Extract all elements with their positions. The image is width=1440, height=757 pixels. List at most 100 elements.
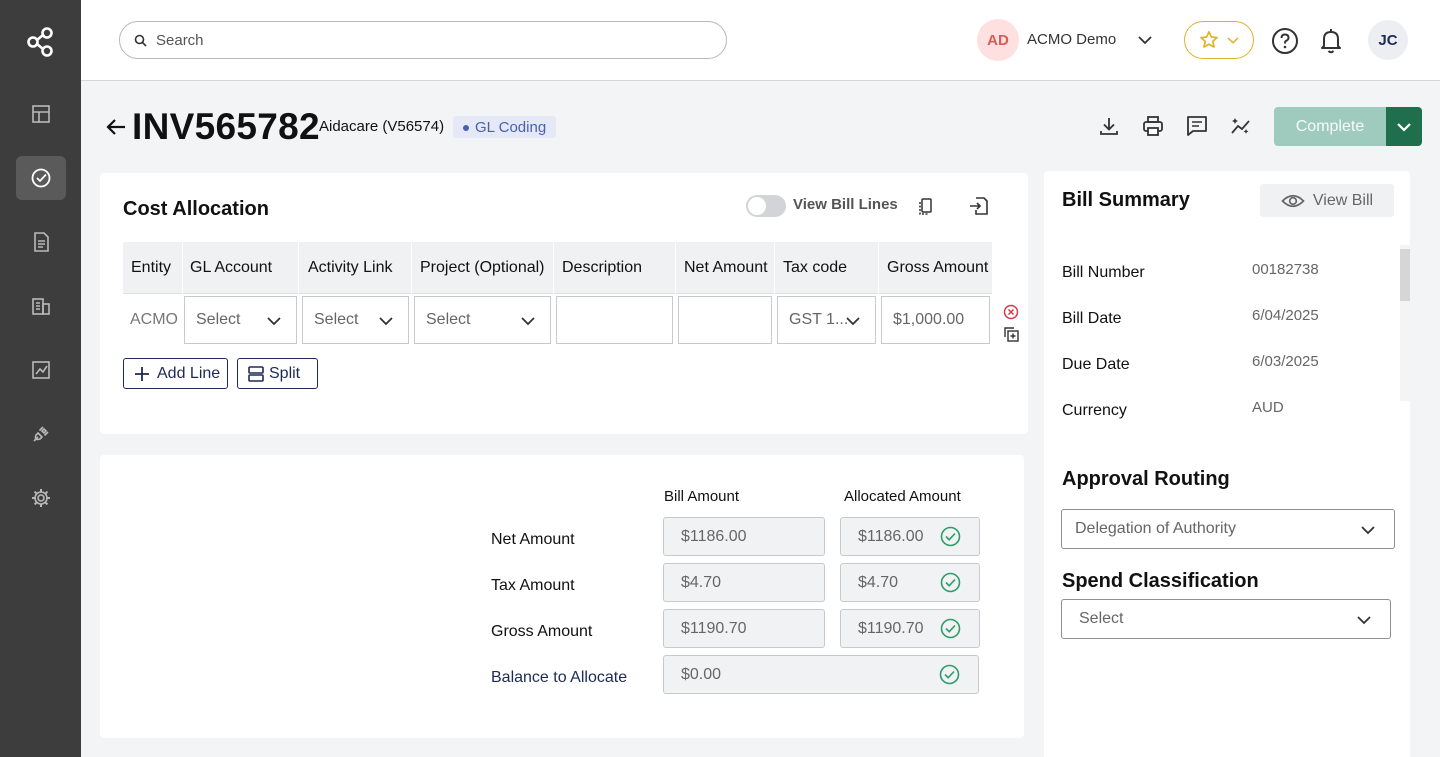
bill-number-label: Bill Number xyxy=(1062,264,1145,281)
gross-allocated-amount: $1190.70 xyxy=(840,609,980,648)
approval-routing-title: Approval Routing xyxy=(1062,468,1230,490)
spend-classification-title: Spend Classification xyxy=(1062,570,1259,592)
download-icon[interactable] xyxy=(1097,114,1121,138)
sparkle-trend-icon[interactable] xyxy=(1229,114,1253,138)
sidebar-item-dashboard[interactable] xyxy=(16,92,66,136)
tax-amount-label: Tax Amount xyxy=(491,577,575,594)
balance-to-allocate-value: $0.00 xyxy=(663,655,979,694)
documents-icon xyxy=(34,232,49,252)
due-date-label: Due Date xyxy=(1062,356,1130,373)
import-icon[interactable] xyxy=(968,195,990,217)
gross-amount-label: Gross Amount xyxy=(491,623,593,640)
net-bill-amount: $1186.00 xyxy=(663,517,825,556)
reports-chart-icon xyxy=(32,361,50,379)
sidebar-item-settings[interactable] xyxy=(16,476,66,520)
currency-value: AUD xyxy=(1252,399,1284,416)
sidebar-item-buildings[interactable] xyxy=(16,284,66,328)
chevron-down-icon xyxy=(1357,616,1371,625)
comment-icon[interactable] xyxy=(1185,114,1209,138)
search-icon xyxy=(134,34,147,47)
column-header: Gross Amount xyxy=(887,259,989,276)
chevron-down-icon xyxy=(1397,122,1411,132)
copy-icon[interactable] xyxy=(916,196,936,216)
balance-to-allocate-label[interactable]: Balance to Allocate xyxy=(491,669,627,687)
back-arrow-icon[interactable] xyxy=(105,116,127,138)
column-header: Project (Optional) xyxy=(412,242,554,294)
activity-link-value: Select xyxy=(314,311,359,328)
tax-allocated-amount: $4.70 xyxy=(840,563,980,602)
tax-code-select[interactable]: GST 1... xyxy=(777,296,876,344)
plus-icon xyxy=(135,366,149,381)
spend-classification-select[interactable]: Select xyxy=(1061,599,1391,639)
sidebar-item-documents[interactable] xyxy=(16,220,66,264)
search-box[interactable] xyxy=(119,21,727,59)
chevron-down-icon[interactable] xyxy=(1137,32,1153,48)
currency-label: Currency xyxy=(1062,402,1127,419)
due-date-value: 6/03/2025 xyxy=(1252,353,1319,370)
bell-icon[interactable] xyxy=(1318,27,1344,55)
sidebar-item-tasks[interactable] xyxy=(16,156,66,200)
complete-dropdown-button[interactable] xyxy=(1386,107,1422,146)
chevron-down-icon xyxy=(1361,526,1375,535)
app-logo-icon[interactable] xyxy=(22,24,58,60)
view-bill-label: View Bill xyxy=(1312,191,1374,209)
chevron-down-icon xyxy=(267,317,281,326)
net-amount-label: Net Amount xyxy=(491,531,575,548)
integrations-plug-icon xyxy=(33,426,49,442)
description-input[interactable] xyxy=(556,296,673,344)
amounts-card: Bill Amount Allocated Amount Net Amount … xyxy=(100,455,1024,738)
view-bill-lines-toggle[interactable] xyxy=(746,195,786,217)
entity-value: ACMO xyxy=(130,311,178,328)
column-header: Activity Link xyxy=(300,242,412,294)
page-title: INV565782 xyxy=(132,106,320,147)
top-bar: AD ACMO Demo JC xyxy=(81,0,1440,81)
approval-routing-select[interactable]: Delegation of Authority xyxy=(1061,509,1395,549)
gl-account-select[interactable]: Select xyxy=(184,296,297,344)
project-select[interactable]: Select xyxy=(414,296,551,344)
sidebar-item-reports[interactable] xyxy=(16,348,66,392)
allocated-amount-header: Allocated Amount xyxy=(844,488,961,505)
cost-allocation-card: Cost Allocation View Bill Lines Entity G… xyxy=(100,173,1028,434)
allocation-table-header: Entity GL Account Activity Link Project … xyxy=(123,242,992,294)
duplicate-row-icon[interactable] xyxy=(1003,326,1019,342)
split-button[interactable]: Split xyxy=(237,358,318,389)
remove-row-icon[interactable] xyxy=(1003,304,1019,320)
vendor-name: Aidacare (V56574) xyxy=(319,118,445,135)
bill-date-label: Bill Date xyxy=(1062,310,1122,327)
search-input[interactable] xyxy=(156,31,716,49)
bill-summary-title: Bill Summary xyxy=(1062,189,1190,211)
chevron-down-icon xyxy=(379,317,393,326)
help-icon[interactable] xyxy=(1271,27,1299,55)
favorites-button[interactable] xyxy=(1184,21,1254,59)
column-header: GL Account xyxy=(182,242,299,294)
cost-allocation-title: Cost Allocation xyxy=(123,198,269,220)
sidebar xyxy=(0,0,81,757)
tax-bill-amount: $4.70 xyxy=(663,563,825,602)
view-bill-lines-label: View Bill Lines xyxy=(793,196,898,213)
net-amount-input[interactable] xyxy=(678,296,772,344)
org-name[interactable]: ACMO Demo xyxy=(1027,31,1116,48)
org-avatar[interactable]: AD xyxy=(977,19,1019,61)
net-allocated-amount: $1186.00 xyxy=(840,517,980,556)
user-avatar[interactable]: JC xyxy=(1368,20,1408,60)
approval-routing-value: Delegation of Authority xyxy=(1075,520,1236,537)
add-line-button[interactable]: Add Line xyxy=(123,358,228,389)
summary-scrollbar-thumb[interactable] xyxy=(1400,249,1410,301)
activity-link-select[interactable]: Select xyxy=(302,296,409,344)
bill-summary-card: Bill Summary View Bill Bill Number 00182… xyxy=(1044,171,1410,757)
sidebar-item-integrations[interactable] xyxy=(16,412,66,456)
complete-button[interactable]: Complete xyxy=(1274,107,1386,146)
split-label: Split xyxy=(269,364,301,382)
column-header: Net Amount xyxy=(676,242,775,294)
spend-classification-value: Select xyxy=(1079,610,1124,627)
print-icon[interactable] xyxy=(1141,114,1165,138)
star-icon xyxy=(1199,30,1218,48)
column-header: Entity xyxy=(123,242,183,294)
view-bill-button[interactable]: View Bill xyxy=(1260,184,1394,217)
gross-bill-amount: $1190.70 xyxy=(663,609,825,648)
balance-value: $0.00 xyxy=(681,665,722,683)
check-circle-icon xyxy=(940,526,961,547)
add-line-label: Add Line xyxy=(157,364,221,382)
split-icon xyxy=(248,365,264,382)
gross-amount-input[interactable]: $1,000.00 xyxy=(881,296,990,344)
